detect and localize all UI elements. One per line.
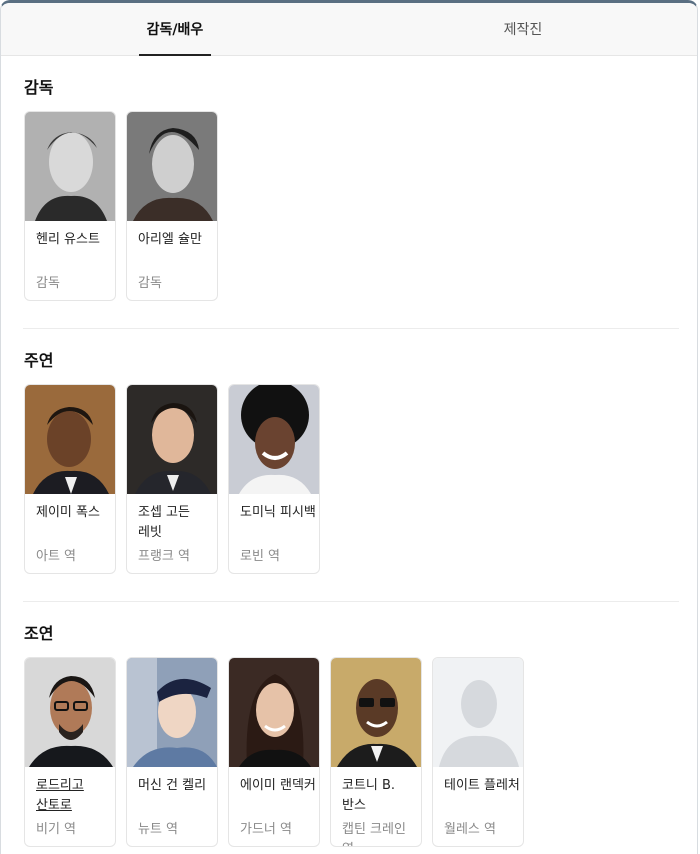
- person-name: 헨리 유스트: [36, 232, 100, 247]
- section-title-supporting: 조연: [24, 624, 54, 643]
- person-card[interactable]: 헨리 유스트 감독: [24, 111, 116, 301]
- section-title-lead: 주연: [24, 351, 54, 370]
- person-photo: [25, 658, 115, 767]
- person-photo: [25, 385, 115, 494]
- person-placeholder-icon: [433, 658, 523, 767]
- person-role: 로빈 역: [240, 549, 281, 564]
- supporting-list: 로드리고 산토로 비기 역 머신 건 켈리 뉴트 역 에이미 랜덱커 가드너 역…: [24, 657, 524, 847]
- person-name: 테이트 플레처: [444, 778, 520, 793]
- person-card[interactable]: 테이트 플레처 월레스 역: [432, 657, 524, 847]
- person-name: 제이미 폭스: [36, 505, 100, 520]
- person-card[interactable]: 제이미 폭스 아트 역: [24, 384, 116, 574]
- person-name: 머신 건 켈리: [138, 778, 207, 793]
- person-role: 뉴트 역: [138, 822, 179, 837]
- person-photo: [127, 385, 217, 494]
- person-photo: [127, 658, 217, 767]
- person-role: 가드너 역: [240, 822, 292, 837]
- person-photo: [229, 658, 319, 767]
- section-divider: [23, 601, 679, 602]
- person-name-link[interactable]: 로드리고 산토로: [36, 776, 112, 816]
- tab-bar: 감독/배우 제작진: [1, 3, 697, 56]
- director-list: 헨리 유스트 감독 아리엘 슐만 감독: [24, 111, 218, 301]
- person-photo: [229, 385, 319, 494]
- person-card[interactable]: 에이미 랜덱커 가드너 역: [228, 657, 320, 847]
- section-divider: [23, 328, 679, 329]
- tab-crew[interactable]: 제작진: [349, 3, 697, 55]
- person-name: 아리엘 슐만: [138, 232, 202, 247]
- person-role: 캡틴 크레인 역: [342, 822, 406, 846]
- person-card[interactable]: 코트니 B. 반스 캡틴 크레인 역: [330, 657, 422, 847]
- person-card[interactable]: 도미닉 피시백 로빈 역: [228, 384, 320, 574]
- person-card[interactable]: 머신 건 켈리 뉴트 역: [126, 657, 218, 847]
- person-role: 감독: [138, 276, 162, 291]
- person-role: 프랭크 역: [138, 549, 190, 564]
- person-name: 코트니 B. 반스: [342, 778, 396, 813]
- section-title-director: 감독: [24, 78, 54, 97]
- person-name: 도미닉 피시백: [240, 505, 316, 520]
- lead-list: 제이미 폭스 아트 역 조셉 고든 레빗 프랭크 역 도미닉 피시백 로빈 역: [24, 384, 320, 574]
- tab-cast[interactable]: 감독/배우: [1, 3, 349, 55]
- person-role: 비기 역: [36, 822, 77, 837]
- cast-crew-panel: 감독/배우 제작진 감독 헨리 유스트 감독 아리엘 슐만 감독 주연 제이미 …: [0, 0, 698, 854]
- person-card[interactable]: 조셉 고든 레빗 프랭크 역: [126, 384, 218, 574]
- person-name: 조셉 고든 레빗: [138, 505, 190, 540]
- tab-crew-label: 제작진: [503, 22, 543, 38]
- person-name: 에이미 랜덱커: [240, 778, 316, 793]
- person-card[interactable]: 아리엘 슐만 감독: [126, 111, 218, 301]
- person-role: 월레스 역: [444, 822, 496, 837]
- person-photo: [25, 112, 115, 221]
- tab-cast-label: 감독/배우: [146, 22, 204, 38]
- person-card[interactable]: 로드리고 산토로 비기 역: [24, 657, 116, 847]
- person-photo: [127, 112, 217, 221]
- person-photo: [331, 658, 421, 767]
- person-role: 감독: [36, 276, 60, 291]
- person-role: 아트 역: [36, 549, 77, 564]
